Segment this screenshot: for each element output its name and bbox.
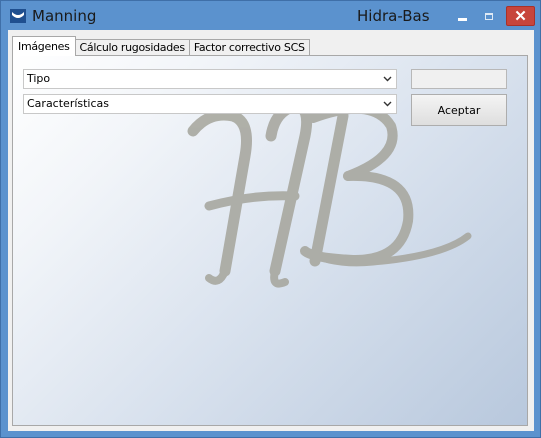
title-bar[interactable]: Manning Hidra-Bas ✕ (1, 1, 540, 30)
minimize-icon (457, 17, 467, 21)
maximize-icon (485, 12, 493, 20)
chevron-down-icon[interactable] (382, 95, 392, 113)
close-button[interactable]: ✕ (506, 6, 535, 26)
client-area: Imágenes Cálculo rugosidades Factor corr… (8, 30, 534, 431)
tab-panel-imagenes: Tipo Características Aceptar (12, 55, 528, 426)
result-textbox[interactable] (411, 69, 507, 89)
window-title: Manning (32, 7, 97, 25)
tipo-dropdown[interactable]: Tipo (23, 69, 397, 89)
close-icon: ✕ (514, 8, 527, 25)
tab-imagenes[interactable]: Imágenes (12, 36, 76, 56)
tab-strip: Imágenes Cálculo rugosidades Factor corr… (12, 36, 310, 56)
maximize-button[interactable] (480, 6, 498, 26)
minimize-button[interactable] (453, 6, 471, 26)
app-window: Manning Hidra-Bas ✕ Imágenes Cálculo rug… (0, 0, 541, 438)
chevron-down-icon[interactable] (382, 70, 392, 88)
caracteristicas-dropdown-value: Características (27, 97, 110, 110)
caracteristicas-dropdown[interactable]: Características (23, 94, 397, 114)
tab-factor-correctivo-scs[interactable]: Factor correctivo SCS (188, 39, 310, 56)
aceptar-button[interactable]: Aceptar (411, 94, 507, 126)
tab-calculo-rugosidades[interactable]: Cálculo rugosidades (74, 39, 190, 56)
app-name: Hidra-Bas (357, 7, 430, 25)
app-logo-icon (10, 9, 26, 23)
tipo-dropdown-value: Tipo (27, 72, 51, 85)
